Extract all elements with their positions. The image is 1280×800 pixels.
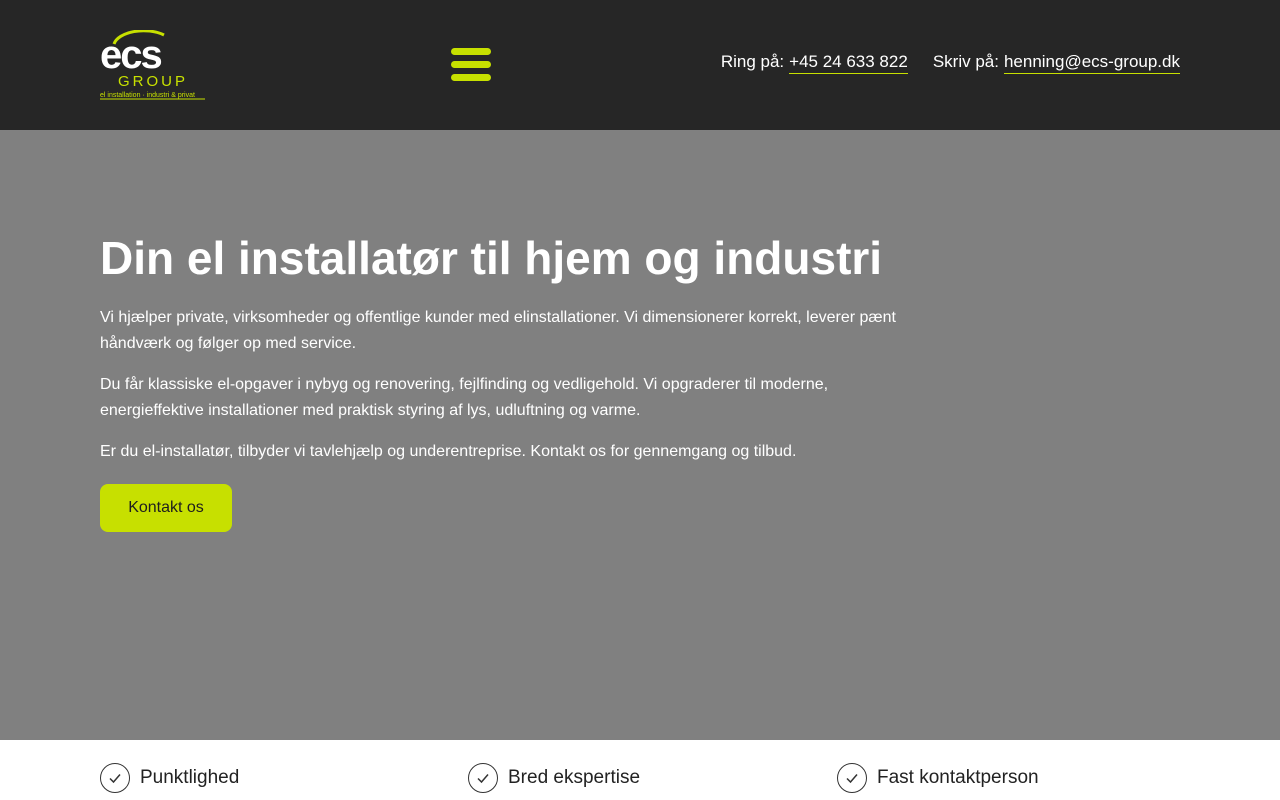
check-circle-icon	[468, 763, 498, 793]
hero-paragraph-3: Er du el-installatør, tilbyder vi tavleh…	[100, 443, 797, 460]
ecs-logo[interactable]: ecs GROUP el installation · industri & p…	[100, 29, 206, 100]
hero-paragraph-2: Du får klassiske el-opgaver i nybyg og r…	[100, 376, 829, 419]
email-link[interactable]: henning@ecs-group.dk	[1003, 52, 1180, 74]
ecs-logo-icon: ecs GROUP el installation · industri & p…	[100, 29, 205, 100]
hero-title: Din el installatør til hjem og industri	[100, 232, 883, 284]
site-header: ecs GROUP el installation · industri & p…	[0, 0, 1280, 130]
hero-paragraph-1: Vi hjælper private, virksomheder og offe…	[100, 309, 896, 352]
header-contact: Ring på: +45 24 633 822 Skriv på: hennin…	[721, 52, 1180, 74]
hamburger-icon[interactable]	[451, 48, 491, 82]
hero-description: Vi hjælper private, virksomheder og offe…	[100, 305, 920, 480]
feature-label: Fast kontaktperson	[877, 767, 1039, 788]
feature-label: Bred ekspertise	[508, 767, 641, 788]
features-bar: Punktlighed Bred ekspertise Fast kontakt…	[0, 740, 1280, 800]
email-contact: Skriv på: henning@ecs-group.dk	[933, 52, 1180, 74]
svg-text:el installation · industri & p: el installation · industri & privat	[100, 92, 195, 99]
feature-item-contact-person: Fast kontaktperson	[837, 763, 1039, 793]
svg-text:GROUP: GROUP	[118, 73, 188, 90]
hero-section: Din el installatør til hjem og industri …	[0, 130, 1280, 740]
phone-label: Ring på:	[720, 52, 785, 71]
feature-label: Punktlighed	[140, 767, 240, 788]
email-label: Skriv på:	[932, 52, 999, 71]
svg-text:ecs: ecs	[100, 33, 161, 77]
contact-us-button[interactable]: Kontakt os	[100, 484, 232, 532]
feature-item-punctuality: Punktlighed	[100, 763, 239, 793]
feature-item-expertise: Bred ekspertise	[468, 763, 640, 793]
phone-contact: Ring på: +45 24 633 822	[721, 52, 908, 74]
check-circle-icon	[837, 763, 867, 793]
check-circle-icon	[100, 763, 130, 793]
phone-link[interactable]: +45 24 633 822	[789, 52, 908, 74]
